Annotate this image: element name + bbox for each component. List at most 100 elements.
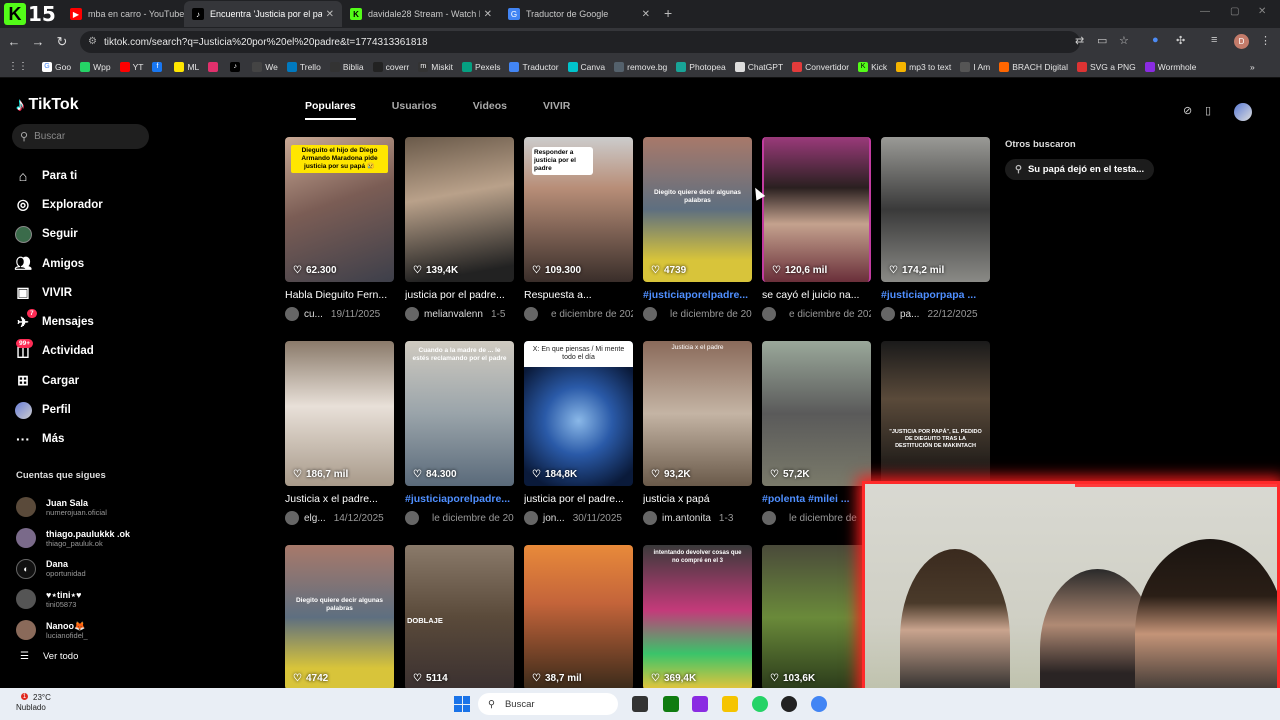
video-card[interactable]: ♡ 103,6K	[762, 545, 871, 690]
bookmark-item[interactable]: mp3 to text	[896, 61, 951, 72]
sidebar-item-seguir[interactable]: Seguir	[14, 220, 103, 249]
close-icon[interactable]: ✕	[326, 9, 334, 20]
reload-icon[interactable]: ↻	[54, 34, 70, 50]
close-icon[interactable]: ✕	[484, 9, 492, 20]
bookmark-item[interactable]: Traductor	[509, 61, 559, 72]
following-item[interactable]: ◐ Dana oportunidad	[16, 553, 130, 584]
video-thumbnail[interactable]: ♡ 186,7 mil	[285, 341, 394, 486]
back-icon[interactable]: ←	[6, 34, 22, 49]
video-card[interactable]: Responder a justicia por el padre ♡ 109.3…	[524, 137, 633, 321]
bookmark-star-icon[interactable]: ☆	[1119, 34, 1129, 47]
extensions-puzzle-icon[interactable]: ✣	[1176, 34, 1185, 47]
video-card[interactable]: ♡ 38,7 mil	[524, 545, 633, 690]
video-thumbnail[interactable]: Diegito quiere decir algunas palabras ♡ 4…	[285, 545, 394, 690]
obs-icon[interactable]	[781, 696, 797, 712]
video-card[interactable]: ♡ 186,7 mil Justicia x el padre... elg...…	[285, 341, 394, 525]
sidebar-item-perfil[interactable]: Perfil	[14, 395, 103, 424]
start-menu-icon[interactable]	[454, 696, 470, 712]
bookmark-item[interactable]: ML	[174, 61, 199, 72]
video-thumbnail[interactable]: ♡ 120,6 mil	[762, 137, 871, 282]
tab-vivir[interactable]: VIVIR	[543, 100, 570, 120]
file-explorer-icon[interactable]	[722, 696, 738, 712]
related-search-chip[interactable]: ⚲ Su papá dejó en el testa...	[1005, 159, 1155, 180]
bookmark-item[interactable]: We	[252, 61, 278, 72]
bookmark-item[interactable]: f	[152, 61, 165, 72]
video-thumbnail[interactable]: intentando devolver cosas que no compré …	[643, 545, 752, 690]
tiktok-logo[interactable]: ♪ TikTok	[16, 95, 79, 115]
tab-translate[interactable]: G Traductor de Google ✕	[500, 1, 658, 27]
chrome-icon[interactable]	[811, 696, 827, 712]
video-title[interactable]: justicia por el padre...	[524, 493, 633, 505]
video-thumbnail[interactable]: Justicia x el padre ♡ 93,2K	[643, 341, 752, 486]
following-item[interactable]: thiago.paulukkk .ok thiago_pauluk.ok	[16, 523, 130, 554]
bookmark-item[interactable]: Convertidor	[792, 61, 849, 72]
bookmark-item[interactable]: Wpp	[80, 61, 111, 72]
translate-page-icon[interactable]: ⇄	[1075, 34, 1084, 47]
video-title[interactable]: #justiciaporelpadre...	[643, 289, 752, 301]
video-card[interactable]: intentando devolver cosas que no compré …	[643, 545, 752, 690]
video-thumbnail[interactable]: ♡ 139,4K	[405, 137, 514, 282]
following-item[interactable]: Nanoo🦊 lucianofidel_	[16, 615, 130, 646]
sidebar-item-para-ti[interactable]: ⌂ Para ti	[14, 161, 103, 190]
tab-populares[interactable]: Populares	[305, 100, 356, 120]
video-title[interactable]: justicia x papá	[643, 493, 752, 505]
bookmark-item[interactable]: m Miskit	[418, 61, 453, 72]
video-card[interactable]: Justicia x el padre ♡ 93,2K justicia x pa…	[643, 341, 752, 525]
new-tab-button[interactable]: +	[664, 5, 672, 21]
bookmark-item[interactable]: ChatGPT	[734, 61, 783, 72]
more-bookmarks-icon[interactable]: »	[1250, 62, 1255, 72]
bookmark-item[interactable]: Canva	[567, 61, 605, 72]
sidebar-item-amigos[interactable]: 👥︎ Amigos	[14, 249, 103, 278]
taskbar-search[interactable]: ⚲ Buscar	[478, 693, 618, 715]
video-thumbnail[interactable]: Responder a justicia por el padre ♡ 109.3…	[524, 137, 633, 282]
apps-icon[interactable]: ⋮⋮	[8, 61, 28, 72]
extension-icon[interactable]: ●	[1152, 34, 1159, 46]
maximize-icon[interactable]: ▢	[1230, 6, 1239, 17]
video-card[interactable]: ♡ 120,6 mil se cayó el juicio na... e dic…	[762, 137, 871, 321]
minimize-icon[interactable]: —	[1200, 6, 1210, 17]
xbox-icon[interactable]	[663, 696, 679, 712]
bookmark-item[interactable]: K Kick	[858, 61, 887, 72]
video-title[interactable]: #justiciaporpapa ...	[881, 289, 990, 301]
video-card[interactable]: "JUSTICIA POR PAPÁ", EL PEDIDO DE DIEGUI…	[881, 341, 990, 486]
bookmark-item[interactable]: I Am	[960, 61, 990, 72]
menu-icon[interactable]: ⋮	[1260, 34, 1271, 47]
site-info-icon[interactable]: ⚙	[88, 36, 97, 47]
forward-icon[interactable]: →	[30, 34, 46, 49]
video-thumbnail[interactable]: ♡ 174,2 mil	[881, 137, 990, 282]
bookmark-item[interactable]: remove.bg	[614, 61, 667, 72]
video-card[interactable]: DOBLAJE ♡ 5114	[405, 545, 514, 690]
sidebar-item-cargar[interactable]: ⊞ Cargar	[14, 366, 103, 395]
video-card[interactable]: ♡ 139,4K justicia por el padre... melianv…	[405, 137, 514, 321]
bookmark-item[interactable]: ♪	[230, 61, 243, 72]
video-thumbnail[interactable]: DOBLAJE ♡ 5114	[405, 545, 514, 690]
video-title[interactable]: #polenta #milei ...	[762, 493, 871, 505]
media-icon[interactable]: ≡	[1211, 34, 1217, 46]
following-item[interactable]: Juan Sala numerojuan.oficial	[16, 492, 130, 523]
video-thumbnail[interactable]: ♡ 103,6K	[762, 545, 871, 690]
close-icon[interactable]: ✕	[642, 9, 650, 20]
search-input[interactable]: ⚲ Buscar	[12, 124, 149, 149]
app-icon[interactable]	[692, 696, 708, 712]
video-card[interactable]: ♡ 57,2K #polenta #milei ... le diciembre …	[762, 341, 871, 525]
bookmark-item[interactable]: Wormhole	[1144, 61, 1196, 72]
video-thumbnail[interactable]: X: En que piensas / Mi mente todo el día…	[524, 341, 633, 486]
sidebar-item-explorador[interactable]: ◎ Explorador	[14, 190, 103, 219]
see-all-link[interactable]: ☰ Ver todo	[20, 651, 78, 662]
bookmark-item[interactable]	[208, 61, 221, 72]
sidebar-item-mas[interactable]: ··· Más	[14, 425, 103, 454]
video-title[interactable]: Justicia x el padre...	[285, 493, 394, 505]
video-title[interactable]: #justiciaporelpadre...	[405, 493, 514, 505]
bookmark-item[interactable]: coverr	[372, 61, 409, 72]
video-thumbnail[interactable]: ♡ 38,7 mil	[524, 545, 633, 690]
following-item[interactable]: ♥⋆tini⋆♥ tini05873	[16, 584, 130, 615]
bookmark-item[interactable]: G Goo	[42, 61, 71, 72]
sidebar-item-mensajes[interactable]: ✈ 7 Mensajes	[14, 307, 103, 336]
whatsapp-icon[interactable]	[752, 696, 768, 712]
bookmark-item[interactable]: Biblia	[329, 61, 364, 72]
bookmark-item[interactable]: YT	[119, 61, 143, 72]
video-thumbnail[interactable]: "JUSTICIA POR PAPÁ", EL PEDIDO DE DIEGUI…	[881, 341, 990, 486]
video-title[interactable]: se cayó el juicio na...	[762, 289, 871, 301]
weather-widget[interactable]: 1 23°C Nublado	[16, 693, 51, 713]
cast-icon[interactable]: ▭	[1097, 34, 1107, 47]
